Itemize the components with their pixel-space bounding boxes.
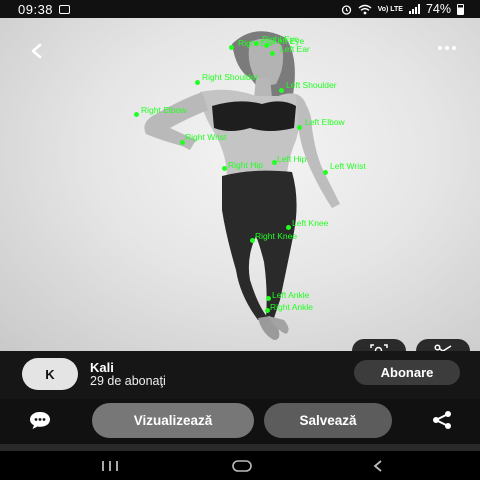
divider <box>0 444 480 451</box>
keypoint-dot <box>279 88 284 93</box>
keypoint-dot <box>195 80 200 85</box>
pin-image[interactable]: Right Eye Left Eye Right Ear Left Ear Right … <box>0 18 480 351</box>
creator-name[interactable]: Kali <box>90 360 114 375</box>
back-arrow-icon <box>31 43 42 59</box>
system-back-icon <box>373 460 382 472</box>
keypoint-dot <box>323 170 328 175</box>
battery-percent: 74% <box>425 2 451 16</box>
crop-button[interactable] <box>416 339 470 351</box>
model-figure <box>144 31 340 340</box>
recent-apps-icon <box>102 461 118 471</box>
keypoint-label: Left Ear <box>280 44 310 54</box>
battery-icon <box>457 3 464 15</box>
save-button[interactable]: Salvează <box>264 403 392 438</box>
keypoint-label: Right Ear <box>238 38 274 48</box>
visual-search-button[interactable] <box>352 339 406 351</box>
keypoint-label: Right Knee <box>255 231 298 241</box>
share-icon <box>433 411 451 429</box>
home-icon <box>232 460 252 472</box>
visualize-button[interactable]: Vizualizează <box>92 403 254 438</box>
keypoint-dot <box>134 112 139 117</box>
more-options-icon[interactable] <box>438 46 456 50</box>
keypoint-dot <box>297 125 302 130</box>
keypoint-label: Right Elbow <box>141 105 187 115</box>
home-button[interactable] <box>230 457 254 475</box>
network-type: Vo) LTE <box>377 5 403 13</box>
back-button[interactable] <box>26 40 48 62</box>
keypoint-label: Left Knee <box>292 218 329 228</box>
subscriber-count: 29 de abonaţi <box>90 374 166 388</box>
share-button[interactable] <box>430 410 454 430</box>
keypoint-label: Left Hip <box>277 154 307 164</box>
keypoint-label: Right Shoulder <box>202 72 259 82</box>
keypoint-label: Right Ankle <box>270 302 313 312</box>
keypoint-dot <box>266 296 271 301</box>
wifi-icon <box>358 4 372 14</box>
recent-apps-button[interactable] <box>98 457 122 475</box>
keypoint-label: Right Wrist <box>185 132 227 142</box>
keypoint-label: Left Shoulder <box>286 80 337 90</box>
keypoint-label: Right Hip <box>228 160 263 170</box>
comment-button[interactable] <box>28 410 52 430</box>
keypoint-dot <box>286 225 291 230</box>
system-back-button[interactable] <box>366 457 390 475</box>
keypoint-label: Left Wrist <box>330 161 366 171</box>
signal-icon <box>408 4 420 14</box>
alarm-icon <box>341 4 351 15</box>
status-left: 09:38 <box>18 1 71 17</box>
status-bar: 09:38 Vo) LTE 74% <box>0 0 480 18</box>
keypoint-label: Left Ankle <box>272 290 310 300</box>
subscribe-button[interactable]: Abonare <box>354 360 460 385</box>
keypoint-dot <box>222 166 227 171</box>
status-time: 09:38 <box>18 1 54 17</box>
status-right: Vo) LTE 74% <box>341 2 464 16</box>
gallery-icon <box>59 4 71 14</box>
scissors-icon <box>434 344 452 351</box>
keypoint-label: Left Elbow <box>305 117 345 127</box>
keypoint-dot <box>229 45 234 50</box>
visual-search-icon <box>370 344 388 351</box>
avatar[interactable]: K <box>22 358 78 390</box>
comment-icon <box>30 412 50 429</box>
keypoint-dot <box>270 51 275 56</box>
